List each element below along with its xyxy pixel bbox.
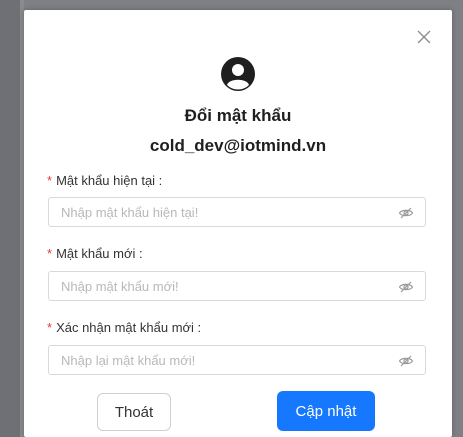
confirm-password-input[interactable] — [61, 346, 381, 374]
confirm-password-label: * Xác nhận mật khẩu mới : — [47, 320, 201, 335]
new-password-label: * Mật khẩu mới : — [47, 246, 143, 261]
close-button[interactable] — [412, 25, 436, 49]
change-password-modal: Đổi mật khẩu cold_dev@iotmind.vn * Mật kh… — [24, 10, 452, 437]
confirm-password-label-text: Xác nhận mật khẩu mới : — [56, 320, 202, 335]
cancel-button[interactable]: Thoát — [97, 393, 171, 431]
new-password-field[interactable] — [48, 271, 426, 301]
update-button[interactable]: Cập nhật — [277, 391, 375, 431]
eye-invisible-icon[interactable] — [398, 279, 414, 295]
user-circle-icon — [221, 57, 255, 91]
required-mark: * — [47, 246, 53, 261]
required-mark: * — [47, 320, 53, 335]
modal-title: Đổi mật khẩu — [184, 106, 292, 125]
current-password-label-text: Mật khẩu hiện tại : — [56, 173, 163, 188]
new-password-input[interactable] — [61, 272, 381, 300]
new-password-label-text: Mật khẩu mới : — [56, 246, 143, 261]
required-mark: * — [47, 173, 53, 188]
user-email: cold_dev@iotmind.vn — [149, 136, 327, 155]
current-password-label: * Mật khẩu hiện tại : — [47, 173, 162, 188]
current-password-field[interactable] — [48, 197, 426, 227]
confirm-password-field[interactable] — [48, 345, 426, 375]
eye-invisible-icon[interactable] — [398, 205, 414, 221]
eye-invisible-icon[interactable] — [398, 353, 414, 369]
close-icon — [417, 30, 431, 44]
current-password-input[interactable] — [61, 198, 381, 226]
